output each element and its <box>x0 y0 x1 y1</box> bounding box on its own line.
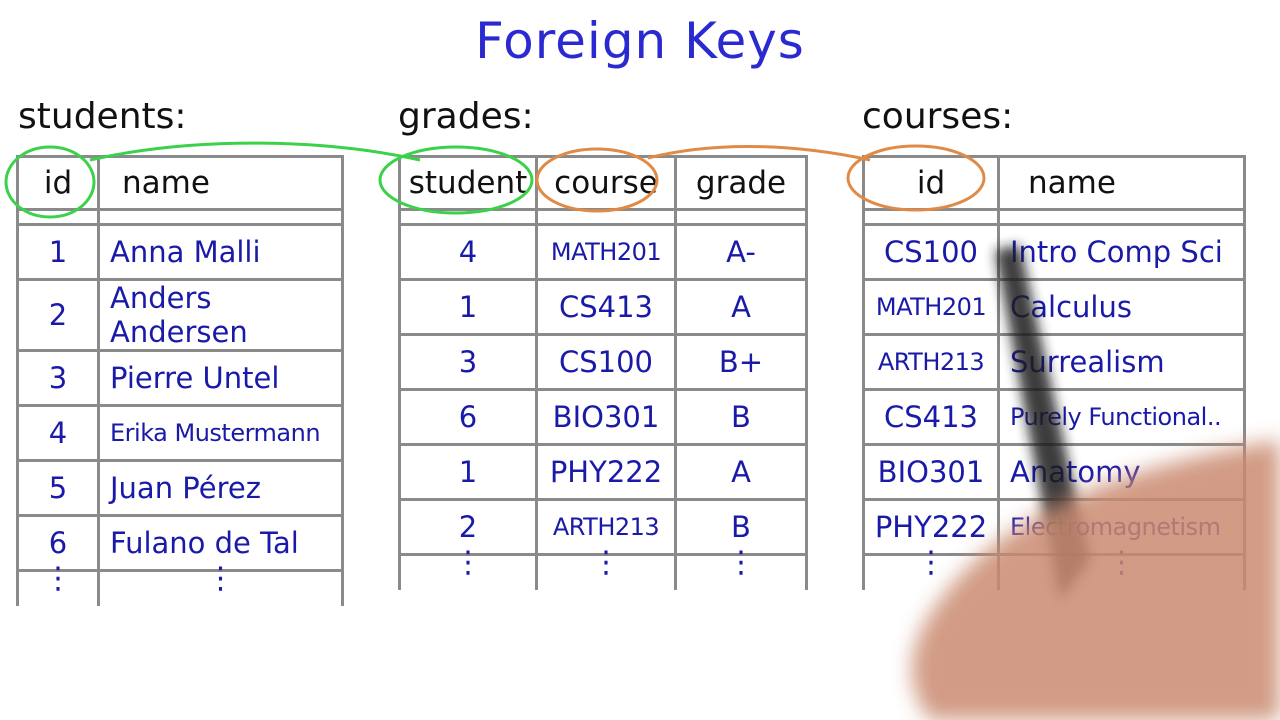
table-row: 2 Anders Andersen <box>16 278 344 352</box>
courses-table: id name CS100 Intro Comp Sci MATH201 Calcu… <box>862 155 1246 590</box>
students-table: id name 1 Anna Malli 2 Anders Andersen 3 Pi… <box>16 155 344 606</box>
cell-student: 1 <box>398 443 538 501</box>
cell-id: MATH201 <box>862 278 1000 336</box>
table-row: 6 BIO301 B <box>398 388 808 446</box>
table-row: 3 CS100 B+ <box>398 333 808 391</box>
grades-table-label: grades: <box>398 96 534 137</box>
cell-course: CS100 <box>535 333 677 391</box>
table-row: CS100 Intro Comp Sci <box>862 223 1246 281</box>
table-row: 1 Anna Malli <box>16 223 344 281</box>
table-row: 4 Erika Mustermann <box>16 404 344 462</box>
continuation-row: ⋮ ⋮ <box>16 564 344 606</box>
continuation-row: ⋮ ⋮ <box>862 548 1246 590</box>
cell-id: 3 <box>16 349 100 407</box>
continuation-dots: ⋮ <box>398 548 538 590</box>
cell-student: 4 <box>398 223 538 281</box>
grades-table: student course grade 4 MATH201 A- 1 CS413 A … <box>398 155 808 590</box>
cell-grade: A <box>674 278 808 336</box>
cell-course: MATH201 <box>535 223 677 281</box>
courses-table-label: courses: <box>862 96 1014 137</box>
cell-course: CS413 <box>535 278 677 336</box>
cell-id: BIO301 <box>862 443 1000 501</box>
cell-grade: B <box>674 388 808 446</box>
table-row: 1 CS413 A <box>398 278 808 336</box>
cell-id: ARTH213 <box>862 333 1000 391</box>
table-row: 5 Juan Pérez <box>16 459 344 517</box>
cell-student: 3 <box>398 333 538 391</box>
table-row: BIO301 Anatomy <box>862 443 1246 501</box>
table-row: 3 Pierre Untel <box>16 349 344 407</box>
cell-grade: B+ <box>674 333 808 391</box>
cell-grade: A- <box>674 223 808 281</box>
continuation-dots: ⋮ <box>997 548 1246 590</box>
cell-course: BIO301 <box>535 388 677 446</box>
cell-grade: A <box>674 443 808 501</box>
cell-id: CS413 <box>862 388 1000 446</box>
courses-header-name: name <box>997 155 1246 211</box>
cell-id: 5 <box>16 459 100 517</box>
table-row: CS413 Purely Functional.. <box>862 388 1246 446</box>
cell-id: CS100 <box>862 223 1000 281</box>
cell-name: Pierre Untel <box>97 349 344 407</box>
cell-name: Purely Functional.. <box>997 388 1246 446</box>
grades-header-student: student <box>398 155 538 211</box>
header-gap <box>862 208 1246 226</box>
table-row: 4 MATH201 A- <box>398 223 808 281</box>
cell-name: Calculus <box>997 278 1246 336</box>
continuation-dots: ⋮ <box>535 548 677 590</box>
cell-student: 6 <box>398 388 538 446</box>
cell-name: Juan Pérez <box>97 459 344 517</box>
table-row: ARTH213 Surrealism <box>862 333 1246 391</box>
cell-student: 1 <box>398 278 538 336</box>
header-gap <box>16 208 344 226</box>
cell-name: Intro Comp Sci <box>997 223 1246 281</box>
table-row: 1 PHY222 A <box>398 443 808 501</box>
grades-header-course: course <box>535 155 677 211</box>
students-header-name: name <box>97 155 344 211</box>
students-table-label: students: <box>18 96 187 137</box>
continuation-dots: ⋮ <box>862 548 1000 590</box>
students-header-id: id <box>16 155 100 211</box>
header-gap <box>398 208 808 226</box>
slide-title: Foreign Keys <box>475 12 805 70</box>
cell-id: 2 <box>16 278 100 352</box>
continuation-row: ⋮ ⋮ ⋮ <box>398 548 808 590</box>
cell-id: 4 <box>16 404 100 462</box>
grades-header-grade: grade <box>674 155 808 211</box>
continuation-dots: ⋮ <box>16 564 100 606</box>
cell-name: Anatomy <box>997 443 1246 501</box>
continuation-dots: ⋮ <box>97 564 344 606</box>
cell-id: 1 <box>16 223 100 281</box>
courses-header-id: id <box>862 155 1000 211</box>
cell-name: Anders Andersen <box>97 278 344 352</box>
cell-name: Surrealism <box>997 333 1246 391</box>
cell-name: Erika Mustermann <box>97 404 344 462</box>
table-row: MATH201 Calculus <box>862 278 1246 336</box>
cell-name: Anna Malli <box>97 223 344 281</box>
continuation-dots: ⋮ <box>674 548 808 590</box>
cell-course: PHY222 <box>535 443 677 501</box>
